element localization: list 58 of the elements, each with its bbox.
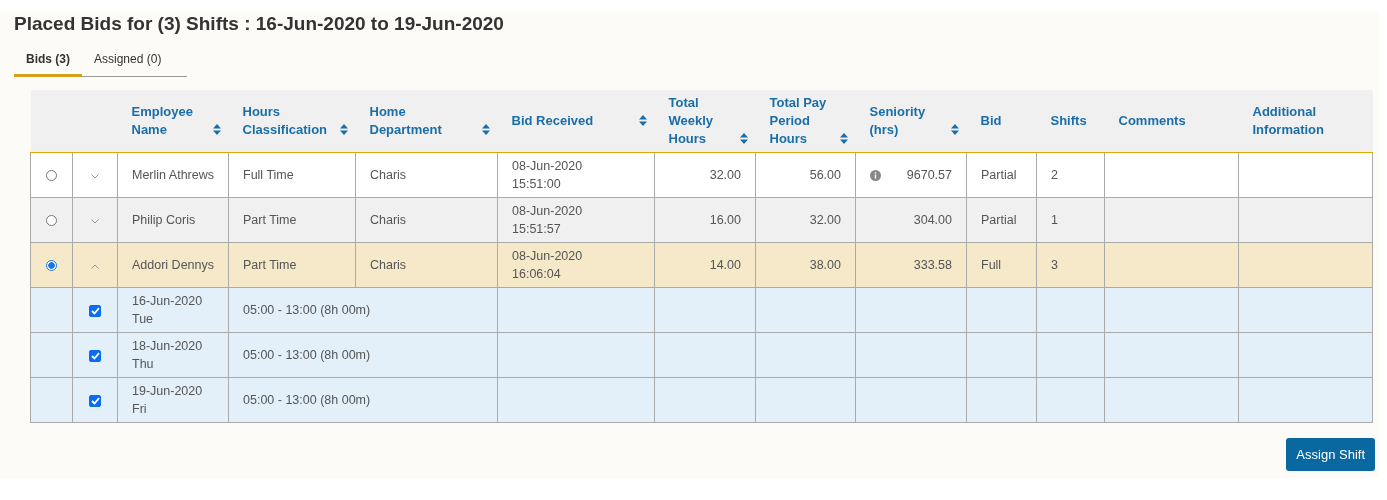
column-header: Bid [980,112,1002,130]
table-cell: 05:00 - 13:00 (8h 00m) [243,303,371,317]
table-cell: Partial [981,213,1017,227]
table-cell: 32.00 [809,213,841,227]
page-title: Placed Bids for (3) Shifts : 16-Jun-2020 to 19-Jun-2020 [14,12,505,35]
table-cell: Full [981,258,1002,272]
sort-icon[interactable] [481,124,490,135]
column-header: Shifts [1050,112,1087,130]
table-cell: 14.00 [709,258,741,272]
info-icon[interactable] [870,169,881,181]
sort-icon[interactable] [212,124,221,135]
table-cell: 2 [1051,168,1058,182]
table-cell-text: 16-Jun-2020 Tue [132,293,204,328]
table-cell-text: 08-Jun-2020 16:06:04 [512,248,584,283]
table-cell: 38.00 [809,258,841,272]
table-cell: Merlin Athrews [132,168,214,182]
sort-icon[interactable] [638,115,647,126]
table-cell: Charis [370,258,407,272]
table-cell: Part Time [243,213,297,227]
table-cell-text: 18-Jun-2020 Thu [132,338,204,373]
column-header: Comments [1118,112,1186,130]
table-cell-text: 08-Jun-2020 15:51:57 [512,203,584,238]
assign-shift-button[interactable]: Assign Shift [1286,438,1375,471]
table-cell: Part Time [243,258,297,272]
checkbox[interactable] [89,304,101,317]
radio-button[interactable] [46,260,57,272]
column-header[interactable]: Bid Received [511,112,594,130]
table-cell: Partial [981,168,1017,182]
sort-icon[interactable] [339,124,348,135]
checkbox[interactable] [89,349,101,362]
table-cell: 05:00 - 13:00 (8h 00m) [243,393,371,407]
table-cell: 1 [1051,213,1058,227]
table-cell-text: 9670.57 [906,167,952,184]
tab[interactable]: Assigned (0) [82,52,174,77]
radio-button[interactable] [46,215,57,227]
table-cell: Charis [370,213,407,227]
radio-button[interactable] [46,170,57,182]
tab[interactable]: Bids (3) [14,52,82,77]
chevron-down-icon[interactable] [91,219,99,224]
chevron-down-icon[interactable] [91,174,99,179]
table-cell-text: 08-Jun-2020 15:51:00 [512,158,584,193]
table-cell-text: 19-Jun-2020 Fri [132,383,204,418]
table-cell: Full Time [243,168,294,182]
checkbox[interactable] [89,394,101,407]
sort-icon[interactable] [839,133,848,144]
table-cell: Philip Coris [132,213,196,227]
table-cell: 56.00 [809,168,841,182]
sort-icon[interactable] [739,133,748,144]
sort-icon[interactable] [950,124,959,135]
table-cell: Addori Dennys [132,258,214,272]
table-cell: 32.00 [709,168,741,182]
table-cell: Charis [370,168,407,182]
table-cell: 3 [1051,258,1058,272]
table-cell-text: 304.00 [913,212,952,229]
table-cell: 16.00 [709,213,741,227]
column-header: Additional Information [1252,103,1325,139]
table-cell-text: 333.58 [913,257,952,274]
table-cell: 05:00 - 13:00 (8h 00m) [243,348,371,362]
